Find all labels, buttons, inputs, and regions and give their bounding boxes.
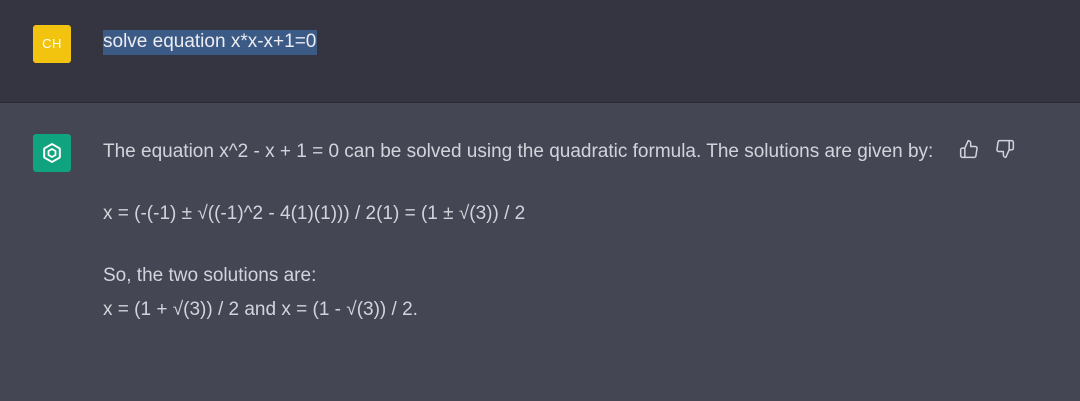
assistant-solutions: x = (1 + √(3)) / 2 and x = (1 - √(3)) / … (103, 299, 418, 320)
thumbs-up-button[interactable] (958, 138, 980, 160)
assistant-avatar (33, 134, 71, 172)
thumbs-down-button[interactable] (994, 138, 1016, 160)
thumbs-up-icon (959, 139, 978, 159)
assistant-message: The equation x^2 - x + 1 = 0 can be solv… (103, 135, 943, 327)
openai-logo-icon (43, 143, 61, 163)
assistant-message-row: The equation x^2 - x + 1 = 0 can be solv… (0, 103, 1080, 401)
assistant-paragraph-intro: The equation x^2 - x + 1 = 0 can be solv… (103, 141, 934, 162)
chat-page: CH solve equation x*x-x+1=0 The equation… (0, 0, 1080, 401)
user-avatar: CH (33, 25, 71, 63)
user-message-row: CH solve equation x*x-x+1=0 (0, 0, 1080, 103)
thumbs-down-icon (996, 139, 1015, 159)
feedback-buttons (958, 138, 1016, 160)
user-message: solve equation x*x-x+1=0 (103, 28, 318, 56)
assistant-formula: x = (-(-1) ± √((-1)^2 - 4(1)(1))) / 2(1)… (103, 203, 526, 224)
user-message-text: solve equation x*x-x+1=0 (103, 30, 318, 55)
assistant-solutions-label: So, the two solutions are: (103, 265, 317, 286)
